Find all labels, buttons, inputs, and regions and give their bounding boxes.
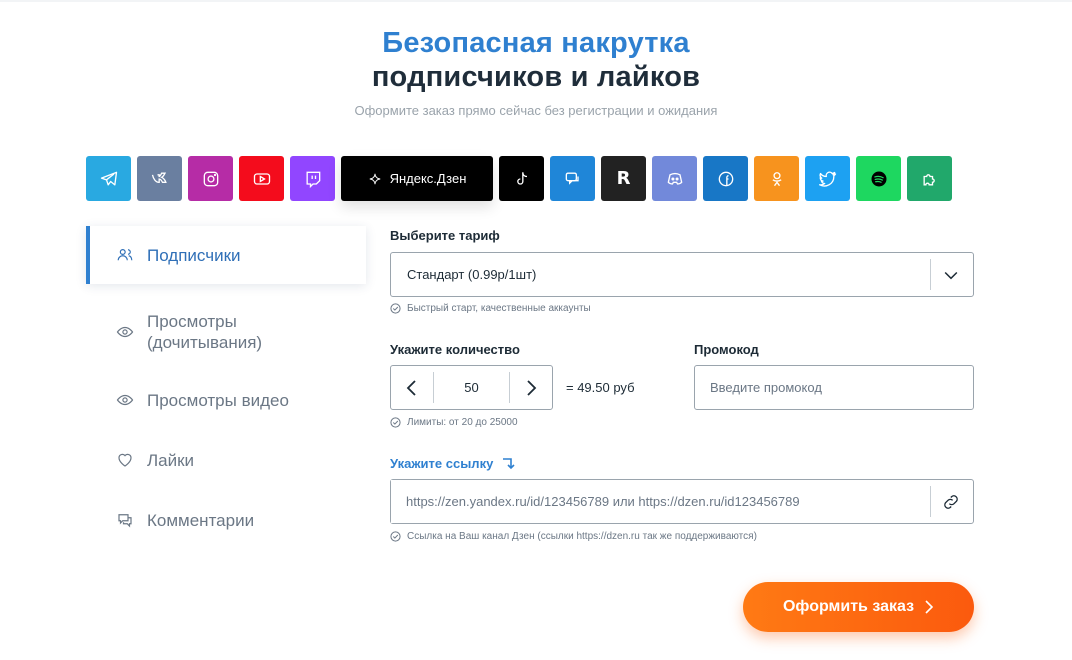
- price-total: = 49.50 руб: [566, 380, 635, 395]
- platform-youtube[interactable]: [239, 156, 284, 201]
- sparkle-icon: [369, 173, 380, 184]
- check-circle-icon: [390, 417, 401, 428]
- chat-icon: [565, 172, 579, 185]
- platform-selector: Яндекс.Дзен R: [86, 156, 952, 202]
- quantity-hint-text: Лимиты: от 20 до 25000: [407, 417, 518, 428]
- tiktok-icon: [516, 171, 527, 185]
- heart-icon: [118, 453, 132, 467]
- promo-input[interactable]: [694, 365, 974, 410]
- submit-label: Оформить заказ: [782, 598, 915, 615]
- check-circle-icon: [390, 303, 401, 314]
- platform-twitter[interactable]: [805, 156, 850, 201]
- platform-puzzle[interactable]: [907, 156, 952, 201]
- nav-label: Лайки: [147, 450, 195, 470]
- chevron-down-icon: [944, 271, 958, 280]
- chevron-left-icon: [406, 379, 416, 396]
- chevron-right-icon: [925, 600, 934, 614]
- facebook-icon: [718, 171, 733, 186]
- link-divider: [930, 486, 931, 517]
- link-hint: Ссылка на Ваш канал Дзен (ссылки https:/…: [390, 531, 757, 542]
- nav-label: Подписчики: [147, 245, 241, 265]
- quantity-stepper: 50: [390, 365, 553, 410]
- arrow-down-right-icon: [503, 458, 515, 470]
- r-icon: R: [616, 168, 631, 189]
- check-circle-icon: [390, 531, 401, 542]
- platform-tiktok[interactable]: [499, 156, 544, 201]
- platform-yandex-zen[interactable]: Яндекс.Дзен: [341, 156, 493, 201]
- nav-label: Просмотры (дочитывания): [147, 312, 263, 352]
- hero: Безопасная накрутка подписчиков и лайков…: [0, 26, 1072, 118]
- odnoklassniki-icon: [771, 171, 782, 186]
- instagram-icon: [203, 171, 218, 186]
- tariff-value: Стандарт (0.99р/1шт): [407, 267, 537, 282]
- quantity-label: Укажите количество: [390, 342, 520, 357]
- vk-icon: [151, 172, 167, 183]
- platform-chat[interactable]: [550, 156, 595, 201]
- platform-label: Яндекс.Дзен: [389, 171, 467, 186]
- nav-item-subscribers[interactable]: Подписчики: [86, 226, 366, 284]
- platform-telegram[interactable]: [86, 156, 131, 201]
- tariff-hint: Быстрый старт, качественные аккаунты: [390, 303, 591, 314]
- chevron-right-icon: [527, 379, 537, 396]
- platform-odnoklassniki[interactable]: [754, 156, 799, 201]
- nav-item-likes[interactable]: Лайки: [86, 428, 366, 492]
- service-nav: Подписчики Просмотры (дочитывания) Просмо…: [86, 226, 366, 548]
- hero-subtitle: Оформите заказ прямо сейчас без регистра…: [354, 103, 718, 118]
- hero-title-line1: Безопасная накрутка: [382, 27, 690, 59]
- platform-vk[interactable]: [137, 156, 182, 201]
- quantity-value[interactable]: 50: [433, 372, 510, 403]
- decrement-button[interactable]: [391, 366, 433, 409]
- quantity-hint: Лимиты: от 20 до 25000: [390, 417, 518, 428]
- nav-item-views-read[interactable]: Просмотры (дочитывания): [86, 292, 366, 372]
- platform-twitch[interactable]: [290, 156, 335, 201]
- platform-r[interactable]: R: [601, 156, 646, 201]
- tariff-select[interactable]: Стандарт (0.99р/1шт): [390, 252, 974, 297]
- increment-button[interactable]: [510, 366, 552, 409]
- platform-spotify[interactable]: [856, 156, 901, 201]
- link-label-text: Укажите ссылку: [390, 455, 494, 471]
- link-label: Укажите ссылку: [390, 455, 517, 471]
- nav-item-comments[interactable]: Комментарии: [86, 492, 366, 548]
- link-icon[interactable]: [941, 492, 961, 512]
- platform-facebook[interactable]: [703, 156, 748, 201]
- link-field: [390, 479, 974, 524]
- spotify-icon: [871, 171, 886, 186]
- tariff-hint-text: Быстрый старт, качественные аккаунты: [407, 303, 591, 314]
- platform-instagram[interactable]: [188, 156, 233, 201]
- puzzle-icon: [923, 173, 935, 185]
- select-divider: [930, 259, 931, 290]
- link-hint-text: Ссылка на Ваш канал Дзен (ссылки https:/…: [407, 531, 757, 542]
- discord-icon: [667, 172, 682, 185]
- users-icon: [117, 249, 133, 261]
- top-divider: [0, 0, 1072, 2]
- telegram-icon: [100, 171, 117, 185]
- promo-label: Промокод: [694, 342, 759, 357]
- eye-icon: [116, 394, 134, 406]
- tariff-label: Выберите тариф: [390, 228, 500, 243]
- hero-title-line2: подписчиков и лайков: [371, 61, 701, 93]
- twitter-icon: [818, 171, 836, 187]
- link-input[interactable]: [391, 480, 931, 523]
- youtube-icon: [253, 172, 270, 185]
- nav-label: Комментарии: [147, 510, 255, 530]
- twitch-icon: [306, 171, 320, 188]
- eye-icon: [116, 326, 134, 338]
- platform-discord[interactable]: [652, 156, 697, 201]
- comments-icon: [118, 514, 132, 528]
- nav-item-video-views[interactable]: Просмотры видео: [86, 372, 366, 428]
- submit-order-button[interactable]: Оформить заказ: [743, 582, 974, 632]
- nav-label: Просмотры видео: [147, 390, 289, 410]
